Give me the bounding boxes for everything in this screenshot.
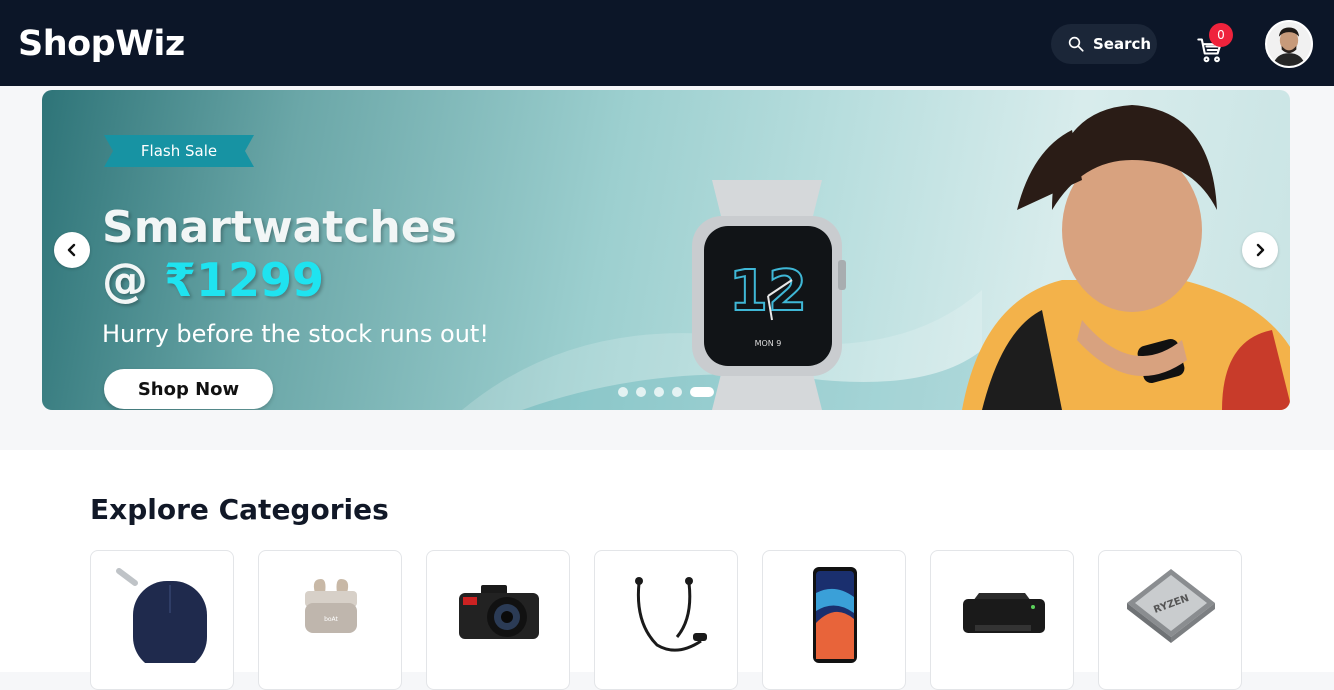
search-label: Search xyxy=(1093,35,1152,53)
category-card-camera[interactable] xyxy=(426,550,570,690)
top-navbar: ShopWiz Search 0 xyxy=(0,0,1334,86)
carousel-dot[interactable] xyxy=(636,387,646,397)
user-avatar[interactable] xyxy=(1265,20,1313,68)
earbuds-icon: boAt xyxy=(305,579,357,633)
category-card-earbuds[interactable]: boAt xyxy=(258,550,402,690)
at-symbol: @ xyxy=(102,253,165,307)
neckband-icon xyxy=(635,577,707,652)
categories-section: Explore Categories boAt RYZEN xyxy=(0,450,1334,690)
model-image xyxy=(962,105,1290,410)
carousel-next-button[interactable] xyxy=(1242,232,1278,268)
avatar-image xyxy=(1267,22,1311,66)
banner-price-line: @ ₹1299 xyxy=(102,253,324,307)
smartphone-icon xyxy=(813,567,857,663)
banner-tagline: Hurry before the stock runs out! xyxy=(102,320,489,348)
carousel-dot-active[interactable] xyxy=(690,387,714,397)
svg-text:boAt: boAt xyxy=(324,616,338,623)
flash-sale-ribbon: Flash Sale xyxy=(104,135,254,167)
banner-title: Smartwatches xyxy=(102,202,457,253)
watch-time-text: 12 xyxy=(729,259,807,324)
search-button[interactable]: Search xyxy=(1051,24,1157,64)
logo[interactable]: ShopWiz xyxy=(18,24,185,64)
camera-icon xyxy=(459,585,539,639)
processor-icon: RYZEN xyxy=(1127,569,1215,643)
chevron-right-icon xyxy=(1256,243,1265,257)
carousel-dots xyxy=(618,387,714,397)
promo-banner[interactable]: Flash Sale Smartwatches @ ₹1299 Hurry be… xyxy=(42,90,1290,410)
watch-date-text: MON 9 xyxy=(755,339,782,348)
search-icon xyxy=(1068,36,1084,52)
chevron-left-icon xyxy=(67,243,76,257)
cart-count-badge: 0 xyxy=(1209,23,1233,47)
category-card-printer[interactable] xyxy=(930,550,1074,690)
category-card-smartphone[interactable] xyxy=(762,550,906,690)
mouse-icon xyxy=(116,568,207,663)
category-card-neckband[interactable] xyxy=(594,550,738,690)
carousel-dot[interactable] xyxy=(672,387,682,397)
category-card-mouse[interactable] xyxy=(90,550,234,690)
carousel-dot[interactable] xyxy=(654,387,664,397)
category-card-processor[interactable]: RYZEN xyxy=(1098,550,1242,690)
carousel-dot[interactable] xyxy=(618,387,628,397)
banner-price: ₹1299 xyxy=(164,253,325,307)
printer-icon xyxy=(963,593,1045,633)
section-title: Explore Categories xyxy=(90,493,389,526)
shop-now-button[interactable]: Shop Now xyxy=(104,369,273,409)
smartwatch-image: 12 MON 9 xyxy=(692,180,846,410)
carousel-prev-button[interactable] xyxy=(54,232,90,268)
